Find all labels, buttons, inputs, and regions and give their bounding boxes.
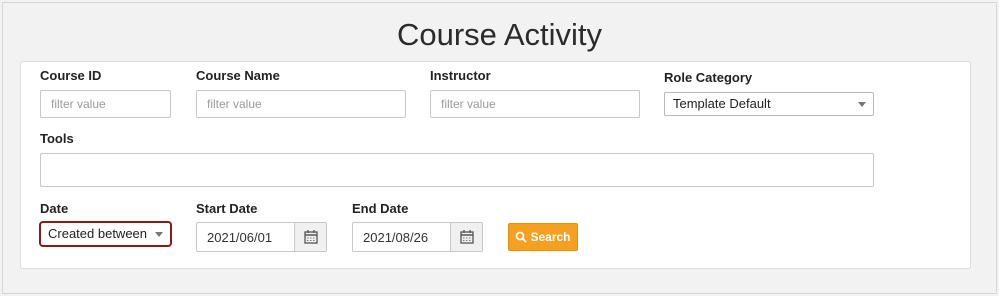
page-title: Course Activity	[396, 17, 602, 52]
chevron-down-icon	[858, 102, 866, 107]
date-type-value: Created between	[48, 226, 148, 241]
course-name-input[interactable]	[196, 90, 406, 118]
calendar-icon	[304, 230, 318, 244]
start-date-label: Start Date	[196, 201, 258, 216]
instructor-input[interactable]	[430, 90, 640, 118]
end-date-value: 2021/08/26	[363, 230, 429, 245]
search-icon	[516, 231, 528, 243]
start-date-calendar-button[interactable]	[294, 223, 326, 251]
start-date-field[interactable]: 2021/06/01	[196, 222, 327, 252]
date-label: Date	[40, 201, 69, 216]
course-name-label: Course Name	[196, 68, 280, 83]
tools-input[interactable]	[40, 153, 874, 187]
chevron-down-icon	[155, 232, 163, 237]
course-id-input[interactable]	[40, 90, 171, 118]
search-button[interactable]: Search	[508, 223, 578, 251]
end-date-calendar-button[interactable]	[450, 223, 482, 251]
end-date-field[interactable]: 2021/08/26	[352, 222, 483, 252]
end-date-label: End Date	[352, 201, 409, 216]
course-id-label: Course ID	[40, 68, 102, 83]
role-category-label: Role Category	[664, 70, 753, 85]
tools-label: Tools	[40, 131, 74, 146]
search-button-label: Search	[530, 230, 571, 244]
start-date-value: 2021/06/01	[207, 230, 273, 245]
instructor-label: Instructor	[430, 68, 491, 83]
role-category-select[interactable]: Template Default	[664, 92, 874, 116]
role-category-value: Template Default	[673, 96, 771, 111]
date-type-select[interactable]: Created between	[39, 221, 172, 247]
calendar-icon	[460, 230, 474, 244]
